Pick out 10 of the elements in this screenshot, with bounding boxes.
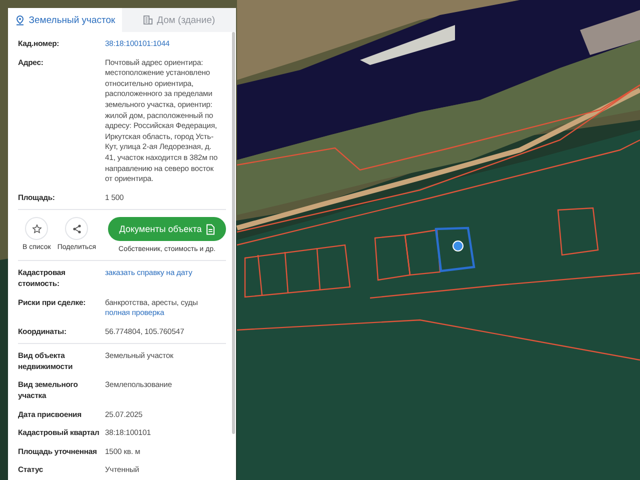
star-button[interactable] (25, 217, 48, 240)
scrollbar[interactable] (232, 32, 235, 434)
share-icon (72, 224, 82, 234)
share-button[interactable] (65, 217, 88, 240)
building-icon (142, 15, 153, 25)
star-icon (32, 224, 42, 234)
location-pin-icon (14, 14, 25, 26)
tab[interactable]: Дом (здание) (122, 8, 236, 32)
document-icon (206, 224, 215, 235)
documents-button[interactable]: Документы объекта (108, 217, 226, 242)
